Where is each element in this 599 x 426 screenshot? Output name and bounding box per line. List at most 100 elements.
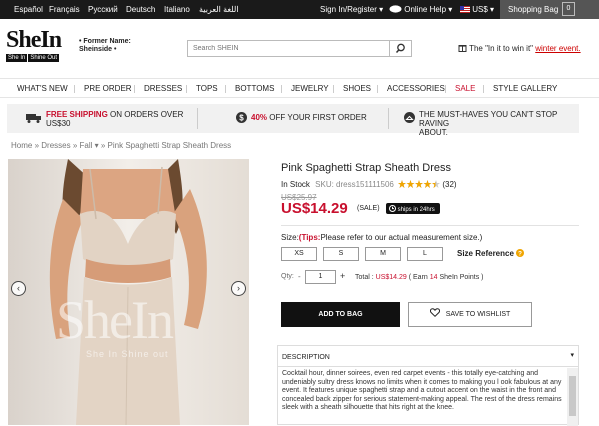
truck-icon xyxy=(26,114,41,123)
size-label: Size: xyxy=(281,233,299,242)
breadcrumb-home[interactable]: Home » xyxy=(11,141,39,150)
breadcrumb-fall-label: Fall xyxy=(79,141,93,150)
product-image[interactable]: SheIn She In Shine out ‹ › xyxy=(8,159,249,425)
nav-divider xyxy=(377,85,378,93)
info-bar: FREE SHIPPING ON ORDERS OVER US$30 $ 40%… xyxy=(7,104,579,137)
discount-pct: 40% xyxy=(251,113,268,122)
rating-stars[interactable] xyxy=(398,180,442,189)
discount-text: OFF YOUR FIRST ORDER xyxy=(269,113,367,122)
earn-rest: SheIn Points ) xyxy=(439,274,484,281)
lang-espanol[interactable]: Español xyxy=(14,5,43,14)
chevron-left-icon: ‹ xyxy=(17,283,20,293)
nav-divider xyxy=(186,85,187,93)
lang-francais[interactable]: Français xyxy=(49,5,80,14)
header-promo: The "In it to win it" winter event. xyxy=(458,43,581,53)
watermark-logo: SheIn xyxy=(56,290,174,350)
us-flag-icon xyxy=(460,6,470,13)
winter-event-link[interactable]: winter event. xyxy=(535,44,580,53)
qty-input[interactable]: 1 xyxy=(305,270,336,284)
scrollbar-thumb[interactable] xyxy=(569,376,576,416)
svg-text:?: ? xyxy=(518,251,522,258)
top-bar: Español Français Русский Deutsch Italian… xyxy=(0,0,599,19)
nav-style-gallery[interactable]: STYLE GALLERY xyxy=(493,84,557,93)
review-count[interactable]: (32) xyxy=(442,180,456,189)
nav-dresses[interactable]: DRESSES xyxy=(144,84,182,93)
sale-label: (SALE) xyxy=(357,205,380,212)
shopping-bag-label: Shopping Bag xyxy=(508,5,559,14)
shein-logo[interactable]: SheIn She In Shine Out xyxy=(6,28,76,64)
chat-icon xyxy=(389,5,402,13)
former-name-line2: Sheinside • xyxy=(79,46,117,53)
size-label-row: Size:(Tips:Please refer to our actual me… xyxy=(281,233,482,242)
free-shipping-banner[interactable]: FREE SHIPPING ON ORDERS OVER US$30 xyxy=(7,104,197,133)
add-to-bag-button[interactable]: ADD TO BAG xyxy=(281,302,400,327)
description-heading[interactable]: DESCRIPTION xyxy=(282,354,330,361)
online-help-link[interactable]: Online Help ▾ xyxy=(389,5,452,14)
description-text: Cocktail hour, dinner soirees, even red … xyxy=(282,370,562,411)
size-m-button[interactable]: M xyxy=(365,247,401,261)
signin-label: Sign In/Register xyxy=(320,5,377,14)
breadcrumb-fall[interactable]: Fall ▾ xyxy=(80,141,99,150)
qty-label: Qty: xyxy=(281,273,294,280)
watermark-tagline: She In Shine out xyxy=(86,349,169,359)
logo-tag-shein: She In xyxy=(6,54,28,62)
lang-italiano[interactable]: Italiano xyxy=(164,5,190,14)
chevron-down-icon[interactable]: ▾ xyxy=(570,351,574,359)
earn-points: 14 xyxy=(429,274,438,281)
nav-shoes[interactable]: SHOES xyxy=(343,84,371,93)
save-to-wishlist-label: SAVE TO WISHLIST xyxy=(445,311,511,318)
earn-text: ( Earn xyxy=(408,274,428,281)
description-scrollbar[interactable] xyxy=(567,368,578,426)
lang-deutsch[interactable]: Deutsch xyxy=(126,5,155,14)
clock-icon xyxy=(389,205,396,212)
heart-icon xyxy=(429,308,440,317)
free-shipping-text: ON ORDERS OVER xyxy=(110,110,184,119)
nav-divider xyxy=(445,85,446,93)
stock-row: In Stock SKU: dress151111506 (32) xyxy=(281,180,457,189)
search-input[interactable] xyxy=(188,41,388,56)
size-tips-text: Please refer to our actual measurement s… xyxy=(320,233,483,242)
save-to-wishlist-button[interactable]: SAVE TO WISHLIST xyxy=(408,302,532,327)
prev-image-button[interactable]: ‹ xyxy=(11,281,26,296)
qty-decrease-button[interactable]: - xyxy=(298,272,301,281)
currency-selector[interactable]: US$ ▾ xyxy=(460,5,494,14)
nav-whats-new[interactable]: WHAT'S NEW xyxy=(17,84,68,93)
sale-price: US$14.29 xyxy=(281,200,348,217)
size-xs-button[interactable]: XS xyxy=(281,247,317,261)
sku: SKU: dress151111506 xyxy=(315,180,394,189)
main-nav: WHAT'S NEW PRE ORDER DRESSES TOPS BOTTOM… xyxy=(0,78,599,98)
nav-sale[interactable]: SALE xyxy=(455,84,475,93)
search-icon xyxy=(395,43,405,54)
stock-status: In Stock xyxy=(281,180,310,189)
size-s-button[interactable]: S xyxy=(323,247,359,261)
size-reference-label: Size Reference xyxy=(457,249,514,258)
shopping-bag-button[interactable]: Shopping Bag 0 xyxy=(500,0,599,19)
search-button[interactable] xyxy=(389,41,411,56)
ships-text: ships in 24hrs xyxy=(397,207,435,213)
nav-accessories[interactable]: ACCESSORIES xyxy=(387,84,445,93)
size-l-button[interactable]: L xyxy=(407,247,443,261)
lang-russian[interactable]: Русский xyxy=(88,5,118,14)
breadcrumb: Home » Dresses » Fall ▾ » Pink Spaghetti… xyxy=(11,141,231,150)
nav-jewelry[interactable]: JEWELRY xyxy=(291,84,329,93)
svg-text:$: $ xyxy=(239,113,244,122)
lang-arabic[interactable]: اللغة العربية xyxy=(199,5,239,14)
chevron-right-icon: › xyxy=(237,283,240,293)
nav-pre-order[interactable]: PRE ORDER xyxy=(84,84,132,93)
nav-divider xyxy=(281,85,282,93)
next-image-button[interactable]: › xyxy=(231,281,246,296)
logo-tag-shineout: Shine Out xyxy=(28,54,60,62)
breadcrumb-dresses[interactable]: Dresses » xyxy=(41,141,77,150)
gift-icon xyxy=(458,45,467,52)
must-haves-banner[interactable]: THE MUST-HAVES YOU CAN'T STOP RAVING ABO… xyxy=(389,104,579,137)
nav-tops[interactable]: TOPS xyxy=(196,84,218,93)
signin-link[interactable]: Sign In/Register ▾ xyxy=(320,5,383,14)
size-reference-link[interactable]: Size Reference ? xyxy=(457,249,525,258)
help-icon: ? xyxy=(516,249,525,258)
first-order-banner[interactable]: $ 40% OFF YOUR FIRST ORDER xyxy=(198,104,388,133)
qty-increase-button[interactable]: + xyxy=(340,271,345,281)
nav-bottoms[interactable]: BOTTOMS xyxy=(235,84,274,93)
star-rating-icon xyxy=(398,180,441,188)
total-row: Total : US$14.29 ( Earn 14 SheIn Points … xyxy=(355,274,483,281)
nav-divider xyxy=(333,85,334,93)
